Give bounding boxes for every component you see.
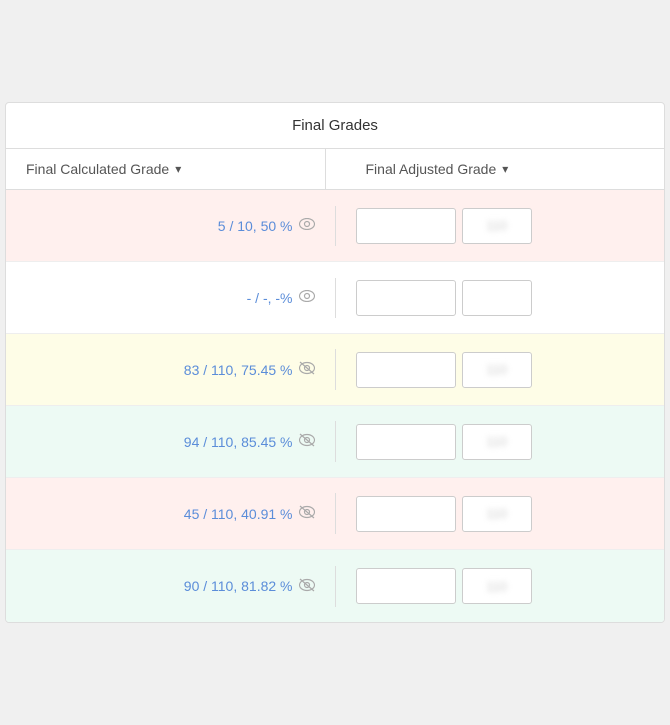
grades-table: 5 / 10, 50 % 110 - / -, -% 83 / 110, 75.4… xyxy=(6,190,664,622)
slash-eye-icon[interactable] xyxy=(299,505,315,522)
grade-placeholder-display: 110 xyxy=(462,352,532,388)
grade-value: 5 / 10, 50 % xyxy=(218,218,293,234)
eye-icon[interactable] xyxy=(299,290,315,305)
col-header-right-chevron[interactable]: ▾ xyxy=(502,162,508,176)
adjusted-grade-input[interactable] xyxy=(356,208,456,244)
cell-left-2: 83 / 110, 75.45 % xyxy=(6,349,336,390)
adjusted-grade-input[interactable] xyxy=(356,424,456,460)
cell-left-4: 45 / 110, 40.91 % xyxy=(6,493,336,534)
grade-placeholder-display xyxy=(462,280,532,316)
table-row: 94 / 110, 85.45 % 110 xyxy=(6,406,664,478)
slash-eye-icon[interactable] xyxy=(299,361,315,378)
cell-left-3: 94 / 110, 85.45 % xyxy=(6,421,336,462)
grade-value: 83 / 110, 75.45 % xyxy=(184,362,293,378)
grade-placeholder-display: 110 xyxy=(462,496,532,532)
slash-eye-icon[interactable] xyxy=(299,578,315,595)
cell-left-5: 90 / 110, 81.82 % xyxy=(6,566,336,607)
col-header-right-label: Final Adjusted Grade xyxy=(366,161,497,177)
grade-value: - / -, -% xyxy=(247,290,293,306)
table-row: 5 / 10, 50 % 110 xyxy=(6,190,664,262)
panel-title: Final Grades xyxy=(292,117,378,134)
cell-right-2: 110 xyxy=(336,340,665,400)
final-grades-panel: Final Grades Final Calculated Grade ▾ Fi… xyxy=(5,102,665,623)
cell-right-0: 110 xyxy=(336,196,665,256)
grade-value: 94 / 110, 85.45 % xyxy=(184,434,293,450)
panel-header: Final Grades xyxy=(6,103,664,149)
adjusted-grade-input[interactable] xyxy=(356,352,456,388)
adjusted-grade-input[interactable] xyxy=(356,496,456,532)
table-row: 90 / 110, 81.82 % 110 xyxy=(6,550,664,622)
col-header-left[interactable]: Final Calculated Grade ▾ xyxy=(6,149,326,189)
table-row: 45 / 110, 40.91 % 110 xyxy=(6,478,664,550)
grade-placeholder-display: 110 xyxy=(462,568,532,604)
col-header-left-label: Final Calculated Grade xyxy=(26,161,169,177)
cell-right-3: 110 xyxy=(336,412,665,472)
grade-value: 45 / 110, 40.91 % xyxy=(184,506,293,522)
col-header-right[interactable]: Final Adjusted Grade ▾ xyxy=(326,149,665,189)
column-headers: Final Calculated Grade ▾ Final Adjusted … xyxy=(6,149,664,190)
cell-left-0: 5 / 10, 50 % xyxy=(6,206,336,246)
table-row: - / -, -% xyxy=(6,262,664,334)
cell-left-1: - / -, -% xyxy=(6,278,336,318)
table-row: 83 / 110, 75.45 % 110 xyxy=(6,334,664,406)
cell-right-5: 110 xyxy=(336,556,665,616)
cell-right-1 xyxy=(336,268,665,328)
grade-placeholder-display: 110 xyxy=(462,208,532,244)
slash-eye-icon[interactable] xyxy=(299,433,315,450)
col-header-left-chevron[interactable]: ▾ xyxy=(175,162,181,176)
cell-right-4: 110 xyxy=(336,484,665,544)
grade-placeholder-display: 110 xyxy=(462,424,532,460)
adjusted-grade-input[interactable] xyxy=(356,568,456,604)
adjusted-grade-input[interactable] xyxy=(356,280,456,316)
grade-value: 90 / 110, 81.82 % xyxy=(184,578,293,594)
eye-icon[interactable] xyxy=(299,218,315,233)
